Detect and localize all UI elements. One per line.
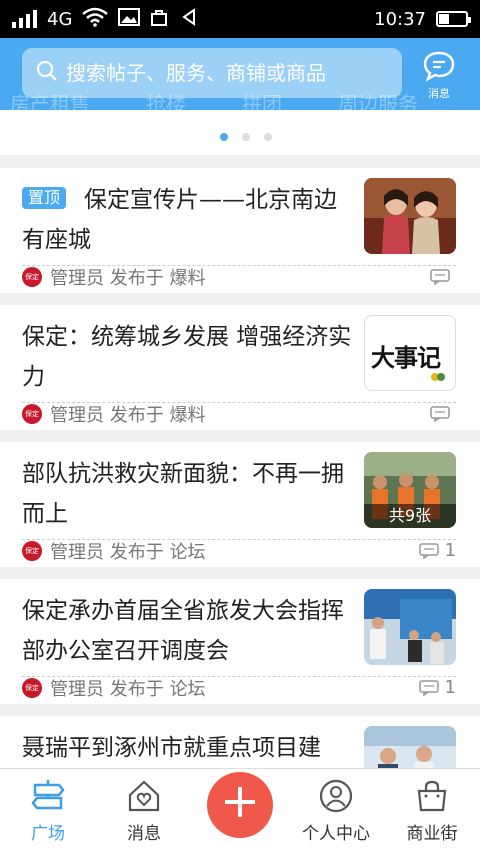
new-post-button[interactable] bbox=[207, 772, 273, 838]
post-item[interactable]: 置顶 保定宣传片——北京南边有座城 保定 管理员 发布于 爆料 bbox=[0, 168, 480, 293]
post-list: 置顶 保定宣传片——北京南边有座城 保定 管理员 发布于 爆料 保定：统筹城乡发展… bbox=[0, 168, 480, 853]
shopping-bag-icon bbox=[417, 780, 447, 812]
post-thumbnail bbox=[364, 589, 456, 665]
image-icon bbox=[118, 7, 141, 31]
post-forum: 论坛 bbox=[169, 541, 206, 563]
post-action: 发布于 bbox=[109, 678, 164, 700]
comment-count[interactable]: 1 bbox=[418, 540, 456, 561]
tab-plaza-label: 广场 bbox=[31, 824, 65, 844]
home-heart-icon bbox=[128, 780, 160, 812]
battery-icon bbox=[436, 11, 471, 27]
post-item[interactable]: 部队抗洪救灾新面貌：不再一拥而上 共9张 保定 管理员 发布于 论坛 1 bbox=[0, 442, 480, 567]
signal-icon bbox=[12, 10, 37, 28]
author-avatar: 保定 bbox=[22, 266, 42, 287]
author-avatar: 保定 bbox=[22, 677, 42, 698]
thumbnail-caption: 大事记 bbox=[371, 344, 441, 372]
comment-count[interactable] bbox=[430, 405, 456, 422]
comment-icon bbox=[418, 679, 439, 696]
tab-messages[interactable]: 消息 bbox=[96, 769, 192, 854]
search-input[interactable] bbox=[66, 61, 386, 85]
comment-count[interactable] bbox=[430, 268, 456, 285]
post-thumbnail: 共9张 bbox=[364, 452, 456, 528]
author-avatar: 保定 bbox=[22, 403, 42, 424]
post-title: 聂瑞平到涿州市就重点项目建 bbox=[22, 735, 321, 761]
post-action: 发布于 bbox=[109, 404, 164, 426]
photo-count: 共9张 bbox=[364, 504, 456, 528]
bag-icon bbox=[150, 8, 168, 31]
post-title: 置顶 保定宣传片——北京南边有座城 bbox=[22, 187, 338, 253]
pager-dot bbox=[242, 133, 250, 141]
signpost-icon bbox=[31, 780, 65, 810]
post-forum: 爆料 bbox=[169, 404, 206, 426]
header-message-button[interactable]: 消息 bbox=[418, 50, 460, 101]
tab-profile[interactable]: 个人中心 bbox=[288, 769, 384, 854]
network-type: 4G bbox=[47, 8, 73, 30]
volume-icon bbox=[178, 7, 196, 31]
post-meta: 保定 管理员 发布于 爆料 bbox=[22, 402, 456, 426]
top-header: 房产租售 抢楼 拼团 周边服务 消息 bbox=[0, 38, 480, 110]
comment-count[interactable]: 1 bbox=[418, 677, 456, 698]
tab-plaza[interactable]: 广场 bbox=[0, 769, 96, 854]
post-author: 管理员 bbox=[50, 267, 104, 289]
chat-bubble-icon bbox=[423, 51, 455, 82]
post-meta: 保定 管理员 发布于 论坛 1 bbox=[22, 676, 456, 700]
tab-shop[interactable]: 商业街 bbox=[384, 769, 480, 854]
banner-pager bbox=[220, 133, 272, 141]
tab-messages-label: 消息 bbox=[127, 824, 161, 844]
pinned-badge: 置顶 bbox=[22, 187, 67, 209]
tab-post[interactable] bbox=[192, 769, 288, 854]
pager-dot bbox=[220, 133, 228, 141]
post-thumbnail: 大事记 bbox=[364, 315, 456, 391]
post-forum: 论坛 bbox=[169, 678, 206, 700]
author-avatar: 保定 bbox=[22, 540, 42, 561]
wifi-icon bbox=[82, 7, 109, 32]
plus-icon bbox=[225, 787, 255, 817]
comment-icon bbox=[418, 542, 439, 559]
comment-icon bbox=[430, 405, 450, 422]
post-item[interactable]: 保定：统筹城乡发展 增强经济实力 大事记 保定 管理员 发布于 爆料 bbox=[0, 305, 480, 430]
tab-shop-label: 商业街 bbox=[406, 824, 458, 844]
post-item[interactable]: 保定承办首届全省旅发大会指挥部办公室召开调度会 保定 管理员 发布于 论坛 1 bbox=[0, 579, 480, 704]
post-title: 保定承办首届全省旅发大会指挥部办公室召开调度会 bbox=[22, 598, 344, 664]
search-bar[interactable] bbox=[22, 48, 402, 98]
post-thumbnail bbox=[364, 178, 456, 254]
header-message-label: 消息 bbox=[428, 87, 450, 100]
clock: 10:37 bbox=[374, 8, 426, 30]
bottom-tab-bar: 广场 消息 个人中心 商业街 bbox=[0, 768, 480, 854]
user-icon bbox=[319, 779, 353, 813]
comment-icon bbox=[430, 268, 450, 285]
post-title: 保定：统筹城乡发展 增强经济实力 bbox=[22, 324, 352, 390]
post-meta: 保定 管理员 发布于 论坛 1 bbox=[22, 539, 456, 563]
post-action: 发布于 bbox=[109, 267, 164, 289]
post-author: 管理员 bbox=[50, 541, 104, 563]
status-bar: 4G 10:37 bbox=[0, 0, 480, 38]
search-icon bbox=[36, 60, 58, 87]
post-title: 部队抗洪救灾新面貌：不再一拥而上 bbox=[22, 461, 344, 527]
tab-profile-label: 个人中心 bbox=[302, 824, 370, 844]
post-author: 管理员 bbox=[50, 404, 104, 426]
post-forum: 爆料 bbox=[169, 267, 206, 289]
post-meta: 保定 管理员 发布于 爆料 bbox=[22, 265, 456, 289]
post-author: 管理员 bbox=[50, 678, 104, 700]
pager-dot bbox=[264, 133, 272, 141]
post-action: 发布于 bbox=[109, 541, 164, 563]
